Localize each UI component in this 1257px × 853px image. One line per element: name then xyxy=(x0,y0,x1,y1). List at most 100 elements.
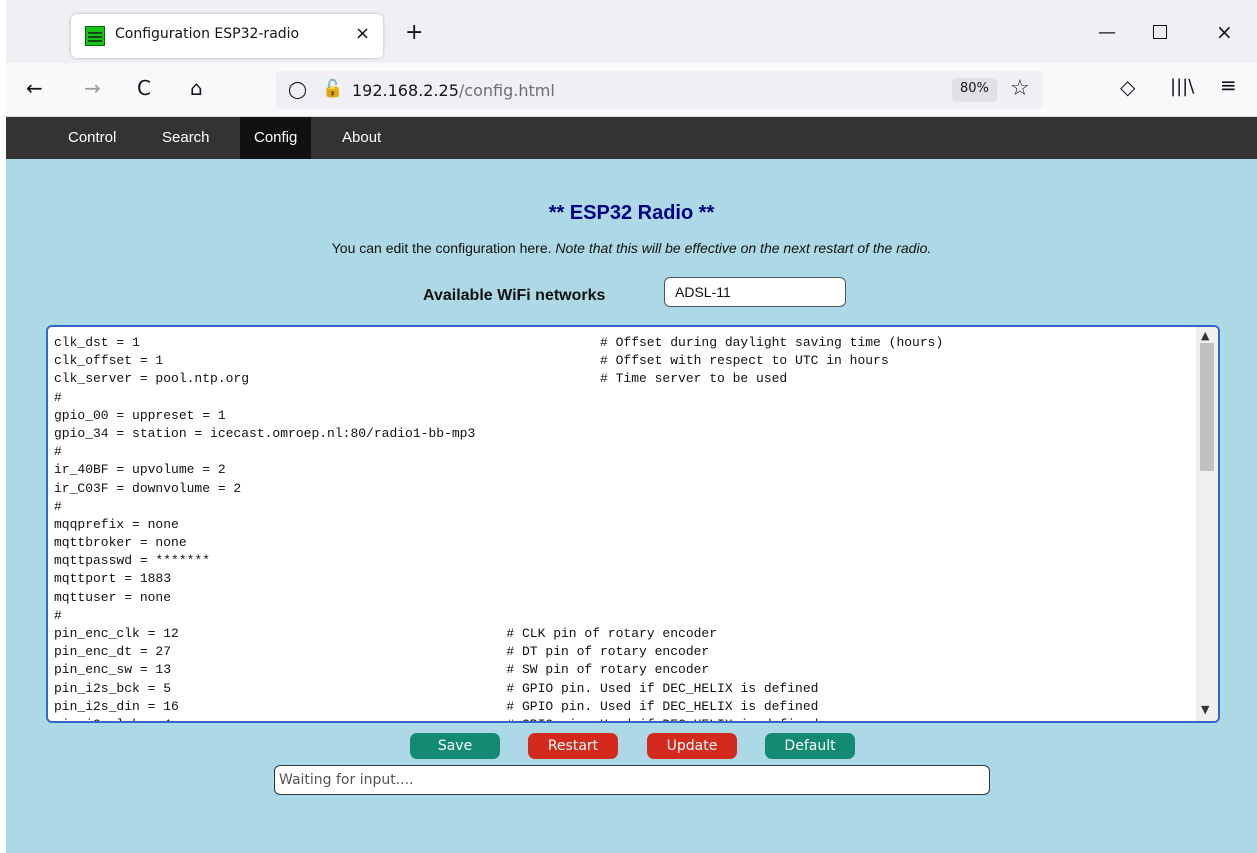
config-line-setting: mqttport = 1883 xyxy=(54,571,172,587)
wifi-networks-label: Available WiFi networks xyxy=(423,287,606,304)
config-line-setting: # xyxy=(54,607,62,623)
config-line-setting: gpio_34 = station = icecast.omroep.nl:80… xyxy=(54,425,476,441)
config-line: clk_dst = 1 # Offset during daylight savi… xyxy=(54,334,1194,352)
config-line-setting: pin_i2s_din = 16 xyxy=(54,698,179,714)
config-line-setting: # xyxy=(54,444,62,460)
save-button[interactable]: Save xyxy=(410,733,500,759)
config-line-comment: # DT pin of rotary encoder xyxy=(506,644,710,660)
intro-note: Note that this will be effective on the … xyxy=(555,240,932,256)
config-line-comment: # CLK pin of rotary encoder xyxy=(506,626,718,641)
browser-nav-bar: ← → C ⌂ ◯ 🔓 192.168.2.25/config.html 80%… xyxy=(0,63,1257,117)
scroll-thumb[interactable] xyxy=(1200,343,1214,471)
config-line: mqttbroker = none xyxy=(54,534,1194,552)
window-minimize-icon[interactable]: — xyxy=(1098,22,1116,43)
config-line-comment: # GPIO pin. Used if DEC_HELIX is defined xyxy=(506,680,819,696)
scroll-down-icon[interactable]: ▼ xyxy=(1201,703,1209,716)
intro-text: You can edit the configuration here. Not… xyxy=(6,240,1257,256)
config-line: pin_enc_sw = 13 # SW pin of rotary encode… xyxy=(54,661,1194,679)
config-line: ir_C03F = downvolume = 2 xyxy=(54,480,1194,498)
config-line: mqttuser = none xyxy=(54,589,1194,607)
menu-item-control[interactable]: Control xyxy=(54,117,130,159)
page-content: Control Search Config About ** ESP32 Rad… xyxy=(0,117,1257,853)
tab-close-icon[interactable]: × xyxy=(355,23,370,44)
url-path: /config.html xyxy=(458,81,555,100)
config-line-comment: # SW pin of rotary encoder xyxy=(506,662,710,678)
config-line: pin_i2s_din = 16 # GPIO pin. Used if DEC_… xyxy=(54,698,1194,716)
config-line-setting: # xyxy=(54,498,62,514)
config-line-setting: pin_i2s_lck = 4 xyxy=(54,717,171,721)
config-line: ir_40BF = upvolume = 2 xyxy=(54,461,1194,479)
config-line: gpio_00 = uppreset = 1 xyxy=(54,407,1194,425)
top-menu: Control Search Config About xyxy=(6,117,1257,159)
config-line: mqttport = 1883 xyxy=(54,570,1194,588)
page-title: ** ESP32 Radio ** xyxy=(548,202,715,224)
config-line: pin_i2s_lck = 4 # GPIO pin. Used if DEC_H… xyxy=(54,716,1194,721)
radio-favicon-icon xyxy=(85,26,105,46)
forward-arrow-icon[interactable]: → xyxy=(84,78,101,98)
config-line: mqqprefix = none xyxy=(54,516,1194,534)
config-line-setting: ir_C03F = downvolume = 2 xyxy=(54,480,242,496)
bookmark-star-icon[interactable]: ☆ xyxy=(1010,76,1030,101)
config-line: clk_offset = 1 # Offset with respect to U… xyxy=(54,352,1194,370)
config-line: pin_i2s_bck = 5 # GPIO pin. Used if DEC_H… xyxy=(54,680,1194,698)
config-line-comment: # Offset during daylight saving time (ho… xyxy=(600,335,944,350)
insecure-lock-icon[interactable]: 🔓 xyxy=(322,79,343,99)
address-bar[interactable]: ◯ 🔓 192.168.2.25/config.html 80% ☆ xyxy=(276,71,1042,109)
config-textarea[interactable]: clk_dst = 1 # Offset during daylight savi… xyxy=(46,325,1220,723)
config-line-setting: gpio_00 = uppreset = 1 xyxy=(54,407,226,423)
config-line-setting: clk_offset = 1 xyxy=(54,353,164,369)
config-line-comment: # Time server to be used xyxy=(600,371,788,387)
config-line: # xyxy=(54,498,1194,516)
url-text[interactable]: 192.168.2.25/config.html xyxy=(352,81,555,100)
config-line-setting: pin_enc_sw = 13 xyxy=(54,662,172,678)
zoom-level-badge[interactable]: 80% xyxy=(952,78,997,102)
browser-tab-strip: Configuration ESP32-radio × + — × xyxy=(0,0,1257,63)
config-line-setting: mqttuser = none xyxy=(54,589,172,605)
config-line-setting: mqttbroker = none xyxy=(54,535,187,551)
restart-button[interactable]: Restart xyxy=(528,733,618,759)
config-line-setting: clk_dst = 1 xyxy=(54,335,140,350)
config-line: # xyxy=(54,443,1194,461)
update-button[interactable]: Update xyxy=(647,733,737,759)
home-icon[interactable]: ⌂ xyxy=(190,78,203,98)
config-line-setting: # xyxy=(54,389,62,405)
menu-item-search[interactable]: Search xyxy=(148,117,224,159)
config-line-setting: mqttpasswd = ******* xyxy=(54,553,211,569)
back-arrow-icon[interactable]: ← xyxy=(26,78,43,98)
config-line-setting: ir_40BF = upvolume = 2 xyxy=(54,462,226,478)
config-line: # xyxy=(54,389,1194,407)
url-host: 192.168.2.25 xyxy=(352,81,459,100)
config-line: clk_server = pool.ntp.org # Time server t… xyxy=(54,370,1194,388)
new-tab-icon[interactable]: + xyxy=(405,22,423,44)
config-line-setting: pin_enc_dt = 27 xyxy=(54,644,172,660)
config-line: mqttpasswd = ******* xyxy=(54,552,1194,570)
menu-item-about[interactable]: About xyxy=(328,117,395,159)
config-line: # xyxy=(54,607,1194,625)
pocket-icon[interactable]: ◇ xyxy=(1120,77,1135,97)
config-line-setting: pin_enc_clk = 12 xyxy=(54,626,179,641)
config-line-comment: # GPIO pin. Used if DEC_HELIX is defined xyxy=(506,698,819,714)
reload-icon[interactable]: C xyxy=(137,78,151,98)
status-field[interactable]: Waiting for input.... xyxy=(274,765,990,795)
window-close-icon[interactable]: × xyxy=(1216,20,1233,44)
config-line-setting: clk_server = pool.ntp.org xyxy=(54,371,250,387)
config-line-comment: # GPIO pin. Used if DEC_HELIX is defined xyxy=(506,716,818,721)
config-line-setting: mqqprefix = none xyxy=(54,516,179,532)
browser-tab[interactable]: Configuration ESP32-radio × xyxy=(71,14,383,58)
tab-title: Configuration ESP32-radio xyxy=(115,26,300,42)
hamburger-menu-icon[interactable]: ≡ xyxy=(1220,75,1237,95)
menu-item-config[interactable]: Config xyxy=(240,117,312,159)
config-line: pin_enc_clk = 12 # CLK pin of rotary enco… xyxy=(54,625,1194,643)
config-scrollbar[interactable]: ▲ ▼ xyxy=(1196,327,1218,721)
window-maximize-icon[interactable] xyxy=(1153,25,1167,39)
config-line: pin_enc_dt = 27 # DT pin of rotary encode… xyxy=(54,643,1194,661)
scroll-up-icon[interactable]: ▲ xyxy=(1201,329,1209,342)
tracking-shield-icon[interactable]: ◯ xyxy=(288,80,307,100)
default-button[interactable]: Default xyxy=(765,733,855,759)
config-line-setting: pin_i2s_bck = 5 xyxy=(54,680,172,696)
config-line-comment: # Offset with respect to UTC in hours xyxy=(600,353,889,369)
wifi-networks-select[interactable]: ADSL-11 xyxy=(664,277,846,307)
config-lines: clk_dst = 1 # Offset during daylight savi… xyxy=(54,334,1194,721)
config-line: gpio_34 = station = icecast.omroep.nl:80… xyxy=(54,425,1194,443)
library-icon[interactable]: |||\ xyxy=(1170,77,1194,97)
